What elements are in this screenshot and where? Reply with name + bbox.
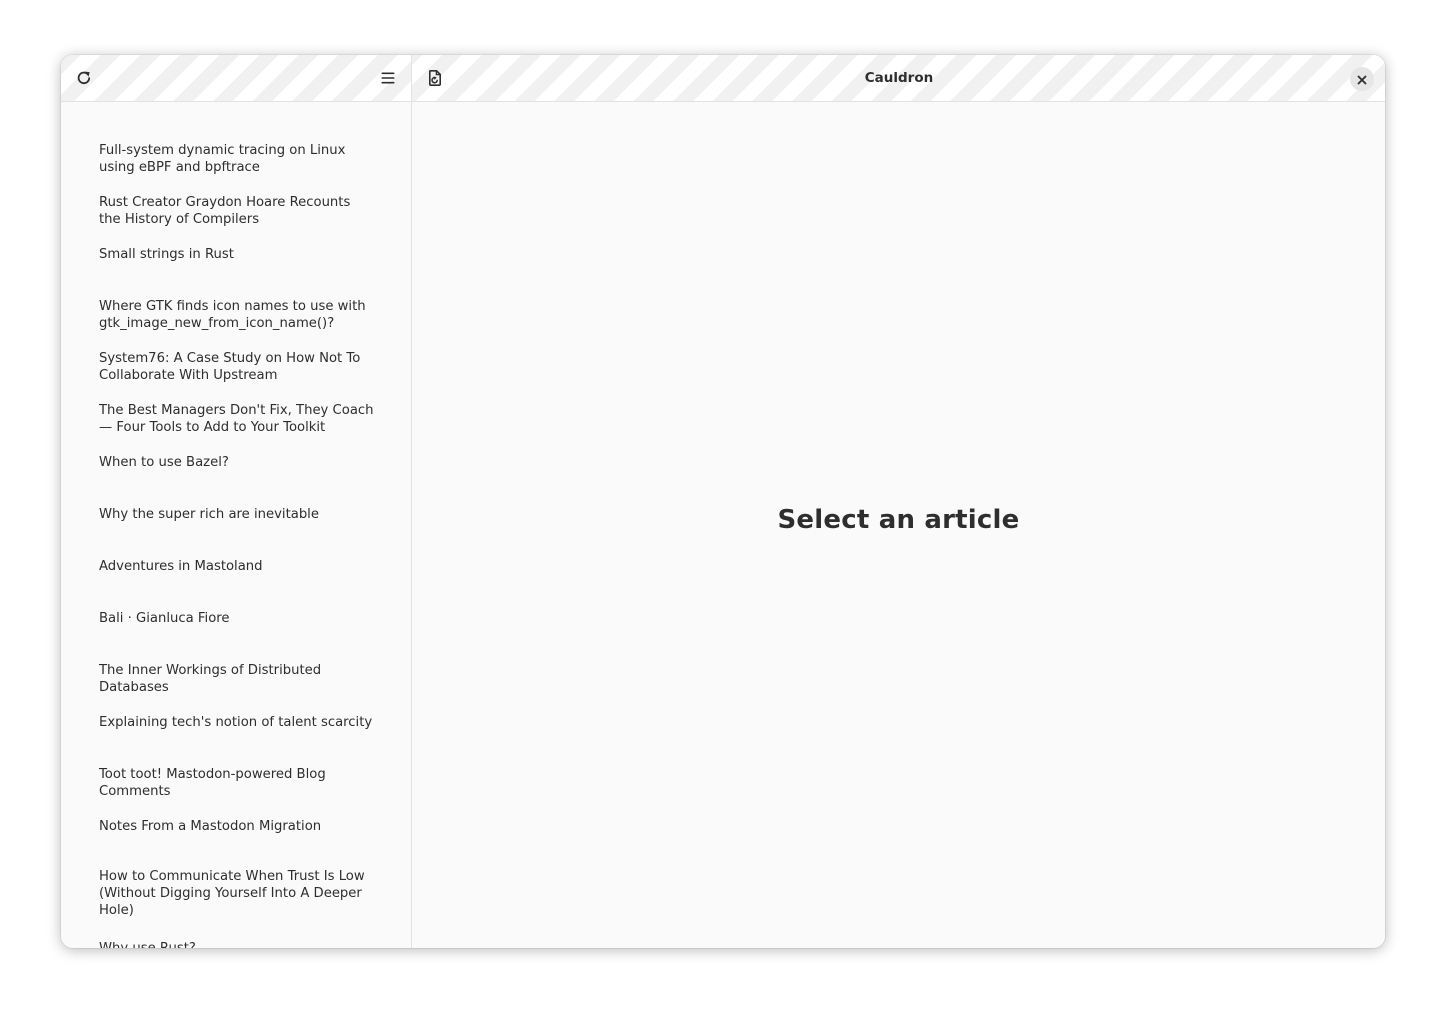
- article-item[interactable]: Full-system dynamic tracing on Linux usi…: [99, 142, 375, 176]
- close-button[interactable]: [1350, 67, 1374, 91]
- article-item[interactable]: Where GTK finds icon names to use with g…: [99, 298, 375, 332]
- article-list: Full-system dynamic tracing on Linux usi…: [61, 102, 411, 948]
- refresh-icon: [75, 69, 93, 87]
- close-icon: [1357, 70, 1367, 89]
- sidebar-headerbar: [61, 55, 411, 102]
- empty-state-title: Select an article: [777, 505, 1020, 535]
- article-item[interactable]: Toot toot! Mastodon-powered Blog Comment…: [99, 766, 375, 800]
- article-item[interactable]: Explaining tech's notion of talent scarc…: [99, 714, 375, 731]
- article-item[interactable]: Why the super rich are inevitable: [99, 506, 375, 523]
- article-item[interactable]: Why use Rust?: [99, 940, 375, 948]
- article-item[interactable]: Small strings in Rust: [99, 246, 375, 263]
- article-item[interactable]: The Best Managers Don't Fix, They Coach …: [99, 402, 375, 436]
- article-item[interactable]: The Inner Workings of Distributed Databa…: [99, 662, 375, 696]
- main-menu-button[interactable]: [372, 62, 404, 94]
- article-item[interactable]: Bali · Gianluca Fiore: [99, 610, 375, 627]
- article-item[interactable]: Adventures in Mastoland: [99, 558, 375, 575]
- article-item[interactable]: When to use Bazel?: [99, 454, 375, 471]
- article-item[interactable]: Notes From a Mastodon Migration: [99, 818, 375, 835]
- app-window: Full-system dynamic tracing on Linux usi…: [61, 55, 1385, 948]
- hamburger-menu-icon: [380, 70, 396, 86]
- content-pane: Cauldron Select an article: [412, 55, 1385, 948]
- sidebar: Full-system dynamic tracing on Linux usi…: [61, 55, 412, 948]
- article-item[interactable]: Rust Creator Graydon Hoare Recounts the …: [99, 194, 375, 228]
- article-item[interactable]: System76: A Case Study on How Not To Col…: [99, 350, 375, 384]
- window-title: Cauldron: [864, 70, 934, 86]
- refresh-button[interactable]: [68, 62, 100, 94]
- article-item[interactable]: How to Communicate When Trust Is Low (Wi…: [99, 868, 375, 919]
- content-headerbar: Cauldron: [412, 55, 1385, 102]
